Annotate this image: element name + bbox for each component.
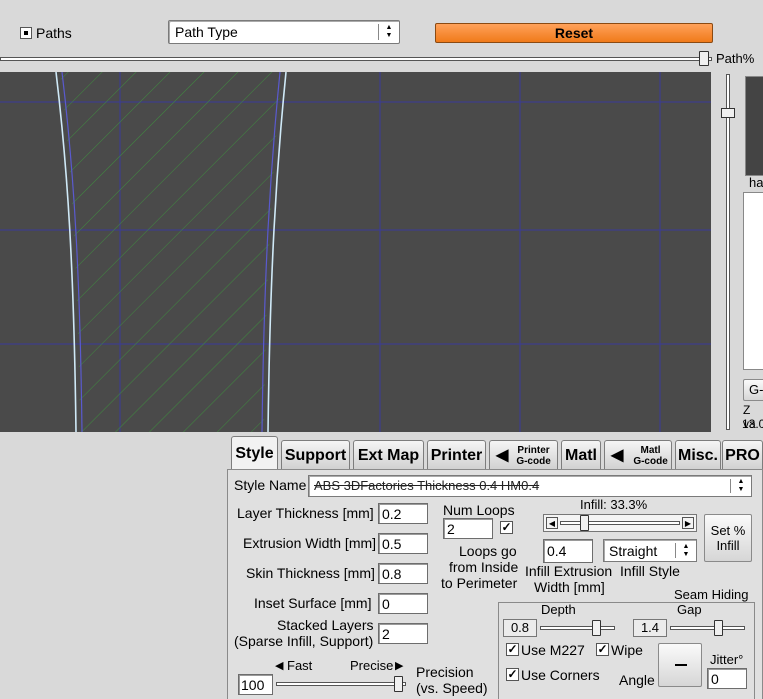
set-infill-button[interactable]: Set % Infill bbox=[704, 514, 752, 562]
infill-style-select[interactable]: Straight ▲ ▼ bbox=[603, 539, 697, 562]
loops-go-label-1: Loops go bbox=[459, 543, 517, 559]
style-name-select[interactable]: ABS 3DFactories Thickness 0.4 HM0.4 ▲ ▼ bbox=[308, 475, 752, 497]
tab-pro[interactable]: PRO bbox=[722, 440, 763, 470]
precision-input[interactable]: 100 bbox=[238, 674, 273, 695]
precise-arrow-icon: ▶ bbox=[395, 660, 404, 672]
tab-matl-gcode[interactable]: ◀ Matl G-code bbox=[604, 440, 672, 470]
jitter-input[interactable]: 0 bbox=[707, 668, 747, 689]
gcode-button[interactable]: G- bbox=[743, 379, 763, 401]
toolpath-preview[interactable] bbox=[0, 72, 711, 432]
scroll-right-icon[interactable]: ▶ bbox=[682, 517, 694, 529]
precise-label: Precise bbox=[350, 658, 394, 673]
loops-go-label-3: to Perimeter bbox=[441, 575, 518, 591]
precision-label: Precision bbox=[416, 664, 474, 680]
num-loops-label: Num Loops bbox=[443, 502, 515, 518]
angle-indicator-icon bbox=[675, 664, 687, 666]
paths-toggle[interactable]: Paths bbox=[20, 25, 72, 41]
stacked-layers-label: Stacked Layers bbox=[277, 617, 374, 633]
fast-arrow-icon: ◀ bbox=[275, 660, 284, 672]
layer-slider-thumb[interactable] bbox=[721, 108, 735, 118]
gap-slider[interactable] bbox=[668, 619, 747, 637]
updown-icon: ▲ ▼ bbox=[385, 24, 393, 39]
gap-slider-thumb[interactable] bbox=[714, 620, 723, 636]
use-corners-checkbox[interactable]: ✓ bbox=[506, 668, 519, 681]
arrow-left-icon: ◀ bbox=[611, 447, 624, 464]
infill-extrusion-input[interactable]: 0.4 bbox=[543, 539, 593, 563]
precision-slider-thumb[interactable] bbox=[394, 676, 403, 692]
updown-icon: ▲ ▼ bbox=[682, 542, 690, 558]
infill-slider[interactable]: ◀ ▶ bbox=[543, 514, 697, 532]
tab-support[interactable]: Support bbox=[281, 440, 350, 470]
infill-label: Infill: 33.3% bbox=[580, 497, 648, 512]
gcode-list bbox=[743, 192, 763, 370]
path-percent-thumb[interactable] bbox=[699, 51, 709, 66]
layer-slider[interactable] bbox=[718, 72, 738, 432]
gap-value-box: 1.4 bbox=[633, 619, 667, 637]
use-corners-label: Use Corners bbox=[521, 667, 600, 683]
infill-extrusion-label-2: Width [mm] bbox=[534, 579, 605, 595]
loops-go-label-2: from Inside bbox=[449, 559, 519, 575]
thumbnail-caption: ha bbox=[749, 175, 763, 190]
path-percent-slider[interactable] bbox=[0, 51, 712, 66]
wipe-label: Wipe bbox=[611, 642, 643, 658]
inset-surface-label: Inset Surface [mm] bbox=[254, 595, 372, 611]
paths-checkbox[interactable] bbox=[20, 27, 32, 39]
gcode-button-label: G- bbox=[749, 382, 763, 397]
arrow-left-icon: ◀ bbox=[496, 447, 509, 464]
paths-label: Paths bbox=[36, 25, 72, 41]
extrusion-width-label: Extrusion Width [mm] bbox=[243, 535, 377, 551]
tab-style[interactable]: Style bbox=[231, 436, 278, 470]
precision-slider[interactable] bbox=[274, 674, 408, 694]
reset-label: Reset bbox=[554, 25, 594, 41]
infill-region bbox=[60, 72, 282, 432]
tab-printer-gcode[interactable]: ◀ Printer G-code bbox=[489, 440, 558, 470]
skin-thickness-input[interactable]: 0.8 bbox=[378, 563, 428, 584]
stacked-layers-sublabel: (Sparse Infill, Support) bbox=[234, 633, 374, 649]
tab-ext-map[interactable]: Ext Map bbox=[353, 440, 424, 470]
jitter-label: Jitter° bbox=[710, 652, 744, 667]
use-m227-checkbox[interactable]: ✓ bbox=[506, 643, 519, 656]
layer-thickness-label: Layer Thickness [mm] bbox=[237, 505, 374, 521]
loops-inside-checkbox[interactable]: ✓ bbox=[500, 521, 513, 534]
tab-matl[interactable]: Matl bbox=[561, 440, 601, 470]
preview-svg bbox=[0, 72, 711, 432]
depth-slider[interactable] bbox=[538, 619, 617, 637]
use-m227-label: Use M227 bbox=[521, 642, 585, 658]
num-loops-input[interactable]: 2 bbox=[443, 518, 493, 539]
extrusion-width-input[interactable]: 0.5 bbox=[378, 533, 428, 554]
angle-dial[interactable] bbox=[658, 643, 702, 687]
infill-extrusion-label-1: Infill Extrusion bbox=[525, 563, 613, 579]
depth-value-box: 0.8 bbox=[503, 619, 537, 637]
wipe-checkbox[interactable]: ✓ bbox=[596, 643, 609, 656]
z-value: 13.0 bbox=[742, 417, 763, 431]
tab-printer[interactable]: Printer bbox=[427, 440, 486, 470]
path-percent-label: Path% bbox=[716, 51, 755, 66]
gap-label: Gap bbox=[677, 602, 702, 617]
fast-label: Fast bbox=[287, 658, 313, 673]
depth-label: Depth bbox=[541, 602, 576, 617]
skin-thickness-label: Skin Thickness [mm] bbox=[246, 565, 375, 581]
path-type-value: Path Type bbox=[175, 24, 238, 40]
stacked-layers-input[interactable]: 2 bbox=[378, 623, 428, 644]
infill-style-value: Straight bbox=[609, 543, 658, 559]
updown-icon: ▲ ▼ bbox=[737, 478, 745, 493]
thumbnail-preview bbox=[745, 76, 763, 176]
tab-misc[interactable]: Misc. bbox=[675, 440, 721, 470]
right-panel: ha G- Z va 13.0 bbox=[742, 72, 763, 432]
style-name-label: Style Name bbox=[234, 477, 307, 493]
layer-thickness-input[interactable]: 0.2 bbox=[378, 503, 428, 524]
depth-slider-thumb[interactable] bbox=[592, 620, 601, 636]
inset-surface-input[interactable]: 0 bbox=[378, 593, 428, 614]
scroll-left-icon[interactable]: ◀ bbox=[546, 517, 558, 529]
path-type-select[interactable]: Path Type ▲ ▼ bbox=[168, 20, 400, 44]
style-name-value: ABS 3DFactories Thickness 0.4 HM0.4 bbox=[314, 478, 540, 493]
reset-button[interactable]: Reset bbox=[435, 23, 713, 43]
seam-hiding-label: Seam Hiding bbox=[674, 587, 749, 602]
infill-slider-thumb[interactable] bbox=[580, 515, 589, 531]
angle-label: Angle bbox=[619, 672, 655, 688]
precision-sublabel: (vs. Speed) bbox=[416, 680, 488, 696]
infill-style-label: Infill Style bbox=[620, 563, 680, 579]
